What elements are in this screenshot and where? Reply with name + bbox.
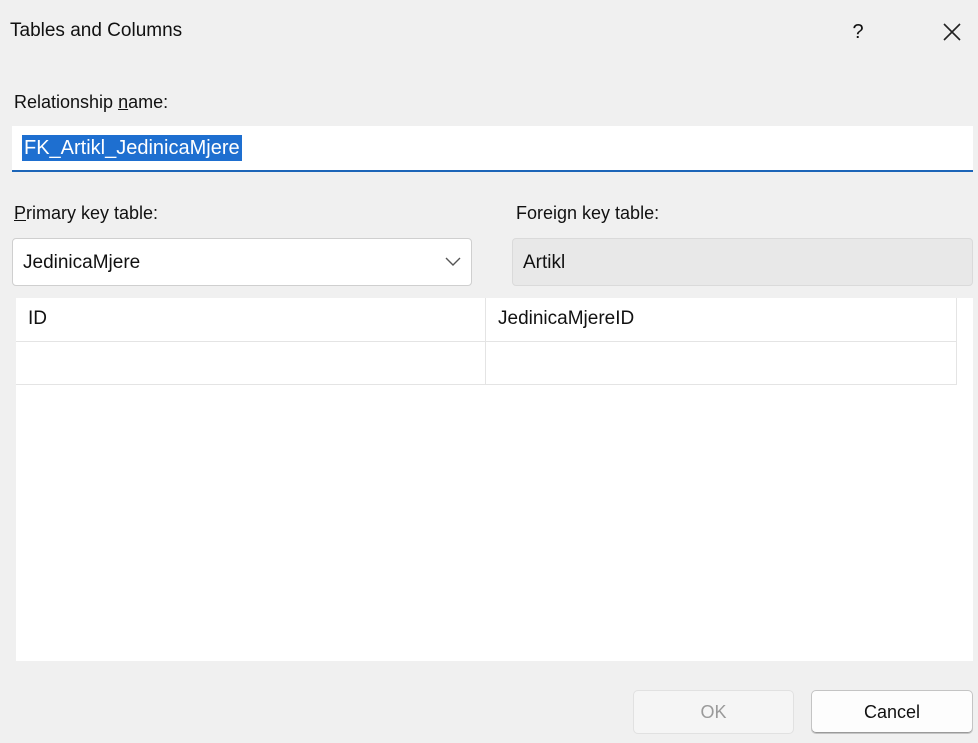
columns-grid: ID JedinicaMjereID (16, 298, 957, 385)
primary-key-column-cell[interactable] (16, 342, 486, 384)
dialog-title: Tables and Columns (10, 20, 183, 41)
relationship-name-label: Relationship name: (14, 92, 168, 113)
close-button[interactable] (932, 12, 972, 52)
primary-key-table-dropdown[interactable]: JedinicaMjere (12, 238, 472, 286)
help-button[interactable]: ? (838, 12, 878, 52)
foreign-key-table-field: Artikl (512, 238, 973, 286)
primary-key-label-part: rimary key table: (26, 203, 159, 223)
table-row: ID JedinicaMjereID (16, 298, 956, 341)
primary-key-column-cell[interactable]: ID (16, 298, 486, 341)
relationship-name-input[interactable]: FK_Artikl_JedinicaMjere (12, 126, 973, 172)
table-row (16, 341, 956, 384)
help-icon: ? (852, 21, 864, 43)
close-icon (943, 23, 961, 41)
primary-key-table-selected: JedinicaMjere (23, 252, 141, 273)
cancel-button[interactable]: Cancel (811, 690, 973, 734)
foreign-key-column-cell[interactable]: JedinicaMjereID (486, 298, 956, 341)
relationship-label-part: ame: (128, 92, 169, 112)
primary-key-label-accelerator: P (14, 203, 27, 223)
relationship-label-part: Relationship (14, 92, 119, 112)
tables-and-columns-dialog: Tables and Columns ? Relationship name: … (0, 0, 978, 743)
relationship-name-value: FK_Artikl_JedinicaMjere (22, 135, 242, 161)
chevron-down-icon (445, 257, 461, 266)
primary-key-table-label: Primary key table: (14, 203, 158, 224)
ok-button[interactable]: OK (633, 690, 794, 734)
foreign-key-column-cell[interactable] (486, 342, 956, 384)
relationship-label-accelerator: n (118, 92, 129, 112)
foreign-key-table-value: Artikl (523, 252, 566, 273)
columns-grid-panel: ID JedinicaMjereID (16, 298, 973, 661)
title-bar: Tables and Columns ? (0, 0, 978, 64)
foreign-key-table-label: Foreign key table: (516, 203, 660, 223)
